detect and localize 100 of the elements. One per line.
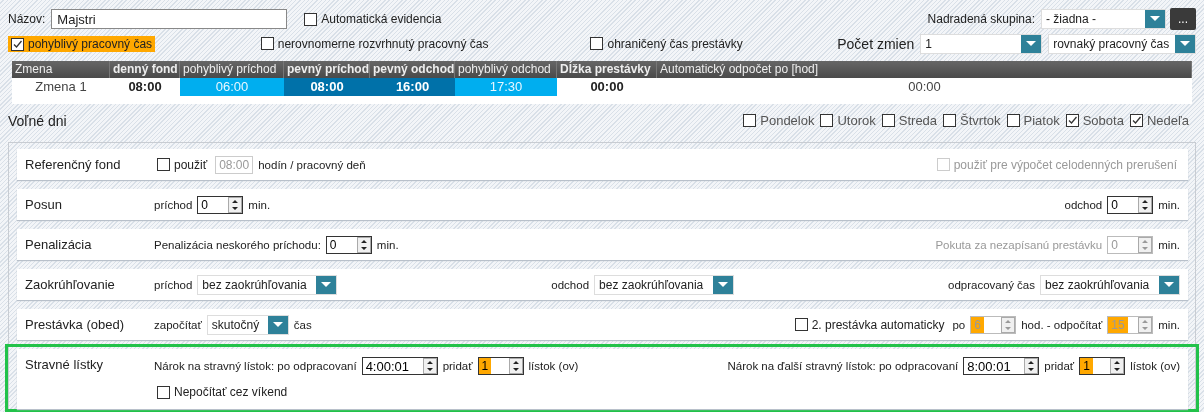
option-label: Penalizácia neskorého príchodu:: [154, 238, 321, 251]
column-header: Dĺžka prestávky: [557, 61, 657, 79]
option-label: min.: [248, 198, 271, 211]
option-label: po: [952, 318, 966, 331]
dropdown[interactable]: skutočný: [206, 314, 289, 335]
checkbox[interactable]: [743, 114, 757, 128]
checkbox-label: Utorok: [837, 113, 876, 129]
shift-count-label: Počet zmien: [837, 36, 915, 53]
spin-arrows-icon: [1138, 236, 1153, 253]
name-label: Názov:: [8, 12, 46, 27]
option-label: pridať: [1044, 360, 1075, 372]
option-label: pridať: [442, 360, 473, 372]
spin-arrows-icon: [228, 196, 243, 213]
column-header: denný fond: [110, 61, 180, 79]
option-label: Pokuta za nezapísanú prestávku: [935, 238, 1103, 251]
option-label: hodín / pracovný deň: [258, 158, 366, 171]
checkbox[interactable]: [1006, 114, 1020, 128]
column-header: Zmena: [12, 61, 110, 79]
checkbox-label: pohyblivý pracovný čas: [28, 37, 153, 51]
checkbox-label: použiť: [174, 157, 208, 172]
option-label: min.: [1158, 198, 1180, 211]
checkbox[interactable]: [11, 37, 24, 51]
column-header: pohyblivý odchod: [455, 61, 557, 79]
more-button[interactable]: ...: [1170, 8, 1196, 31]
checkbox[interactable]: [157, 158, 170, 171]
dropdown[interactable]: 1: [920, 34, 1043, 55]
checkbox[interactable]: [304, 12, 318, 26]
checkbox[interactable]: [794, 318, 808, 331]
checkbox-label: Streda: [898, 113, 938, 129]
column-header: pevný odchod: [370, 61, 455, 79]
checkbox-label: Sobota: [1082, 113, 1124, 129]
table-cell: 06:00: [180, 78, 284, 97]
option-label: lístok (ov): [1130, 360, 1180, 372]
option-label: min.: [376, 238, 399, 251]
check-icon: [12, 38, 23, 50]
checkbox-label: Nedeľa: [1146, 113, 1189, 129]
number-field[interactable]: 1: [1079, 357, 1126, 375]
option-label: započítať: [154, 318, 202, 331]
column-header: pohyblivý príchod: [180, 61, 284, 79]
dropdown[interactable]: rovnaký pracovný čas: [1048, 34, 1196, 55]
dropdown[interactable]: bez zaokrúhľovania: [1040, 274, 1180, 295]
option-label: odchod: [551, 278, 590, 291]
checkbox[interactable]: [590, 37, 604, 50]
checkbox-label: použiť pre výpočet celodenných prerušení: [953, 157, 1177, 172]
checkbox[interactable]: [157, 385, 170, 399]
option-label: min.: [1158, 318, 1180, 331]
spin-arrows-icon: [1138, 316, 1153, 333]
parent-group-label: Nadradená skupina:: [927, 12, 1035, 27]
checkbox[interactable]: [881, 114, 895, 128]
section-title: Posun: [25, 197, 63, 212]
section-title: Referenčný fond: [25, 157, 122, 172]
option-label: lístok (ov): [528, 360, 579, 372]
checkbox-label: Automatická evidencia: [321, 12, 442, 27]
name-field[interactable]: Majstri: [51, 9, 288, 30]
table-cell: 08:00: [284, 78, 370, 97]
checkbox-label: Štvrtok: [960, 113, 1001, 129]
checkbox[interactable]: [1129, 114, 1143, 128]
table-cell: 17:30: [455, 78, 557, 97]
number-field[interactable]: 4:00:01: [361, 357, 438, 375]
check-icon: [1130, 115, 1142, 127]
column-header: pevný príchod: [284, 61, 370, 79]
option-label: príchod: [154, 278, 193, 291]
number-field[interactable]: 0: [1107, 195, 1154, 214]
check-icon: [1066, 115, 1078, 127]
option-label: čas: [293, 318, 312, 331]
spin-arrows-icon: [508, 358, 523, 374]
checkbox[interactable]: [943, 114, 957, 128]
checkbox[interactable]: [260, 37, 274, 50]
spin-arrows-icon: [1001, 316, 1016, 333]
checkbox-label: Piatok: [1023, 113, 1060, 129]
option-label: Nárok na ďalší stravný lístok: po odpracovaní: [727, 360, 959, 372]
dropdown[interactable]: bez zaokrúhľovania: [197, 274, 338, 295]
number-field[interactable]: 8:00:01: [963, 357, 1040, 375]
checkbox-label: Nepočítať cez víkend: [174, 385, 288, 399]
section-title: Prestávka (obed): [25, 317, 125, 332]
option-label: Nárok na stravný lístok: po odpracovaní: [154, 360, 357, 372]
spin-arrows-icon: [1138, 196, 1153, 213]
section-title: Stravné lístky: [25, 356, 105, 372]
option-label: hod. - odpočítať: [1021, 318, 1103, 331]
number-field[interactable]: 0: [325, 235, 372, 254]
checkbox-label: 2. prestávka automaticky: [811, 317, 945, 332]
option-label: príchod: [154, 198, 193, 211]
table-cell: 16:00: [370, 78, 455, 97]
option-label: odpracovaný čas: [948, 278, 1035, 291]
spin-arrows-icon: [356, 236, 371, 253]
checkbox[interactable]: [1065, 114, 1079, 128]
number-field[interactable]: 1: [477, 357, 524, 375]
spin-arrows-icon: [422, 358, 437, 374]
checkbox-label: Pondelok: [760, 113, 815, 129]
dropdown[interactable]: - žiadna -: [1041, 9, 1166, 30]
section-title: Zaokrúhľovanie: [25, 277, 116, 292]
option-label: min.: [1158, 238, 1180, 251]
number-field[interactable]: 0: [197, 195, 244, 214]
free-days-label: Voľné dni: [8, 112, 67, 129]
dropdown[interactable]: bez zaokrúhľovania: [594, 274, 735, 295]
checkbox-label: ohraničený čas prestávky: [607, 36, 743, 51]
spin-arrows-icon: [1024, 358, 1039, 374]
section-title: Penalizácia: [25, 237, 93, 252]
spin-arrows-icon: [1110, 358, 1125, 374]
checkbox[interactable]: [820, 114, 834, 128]
